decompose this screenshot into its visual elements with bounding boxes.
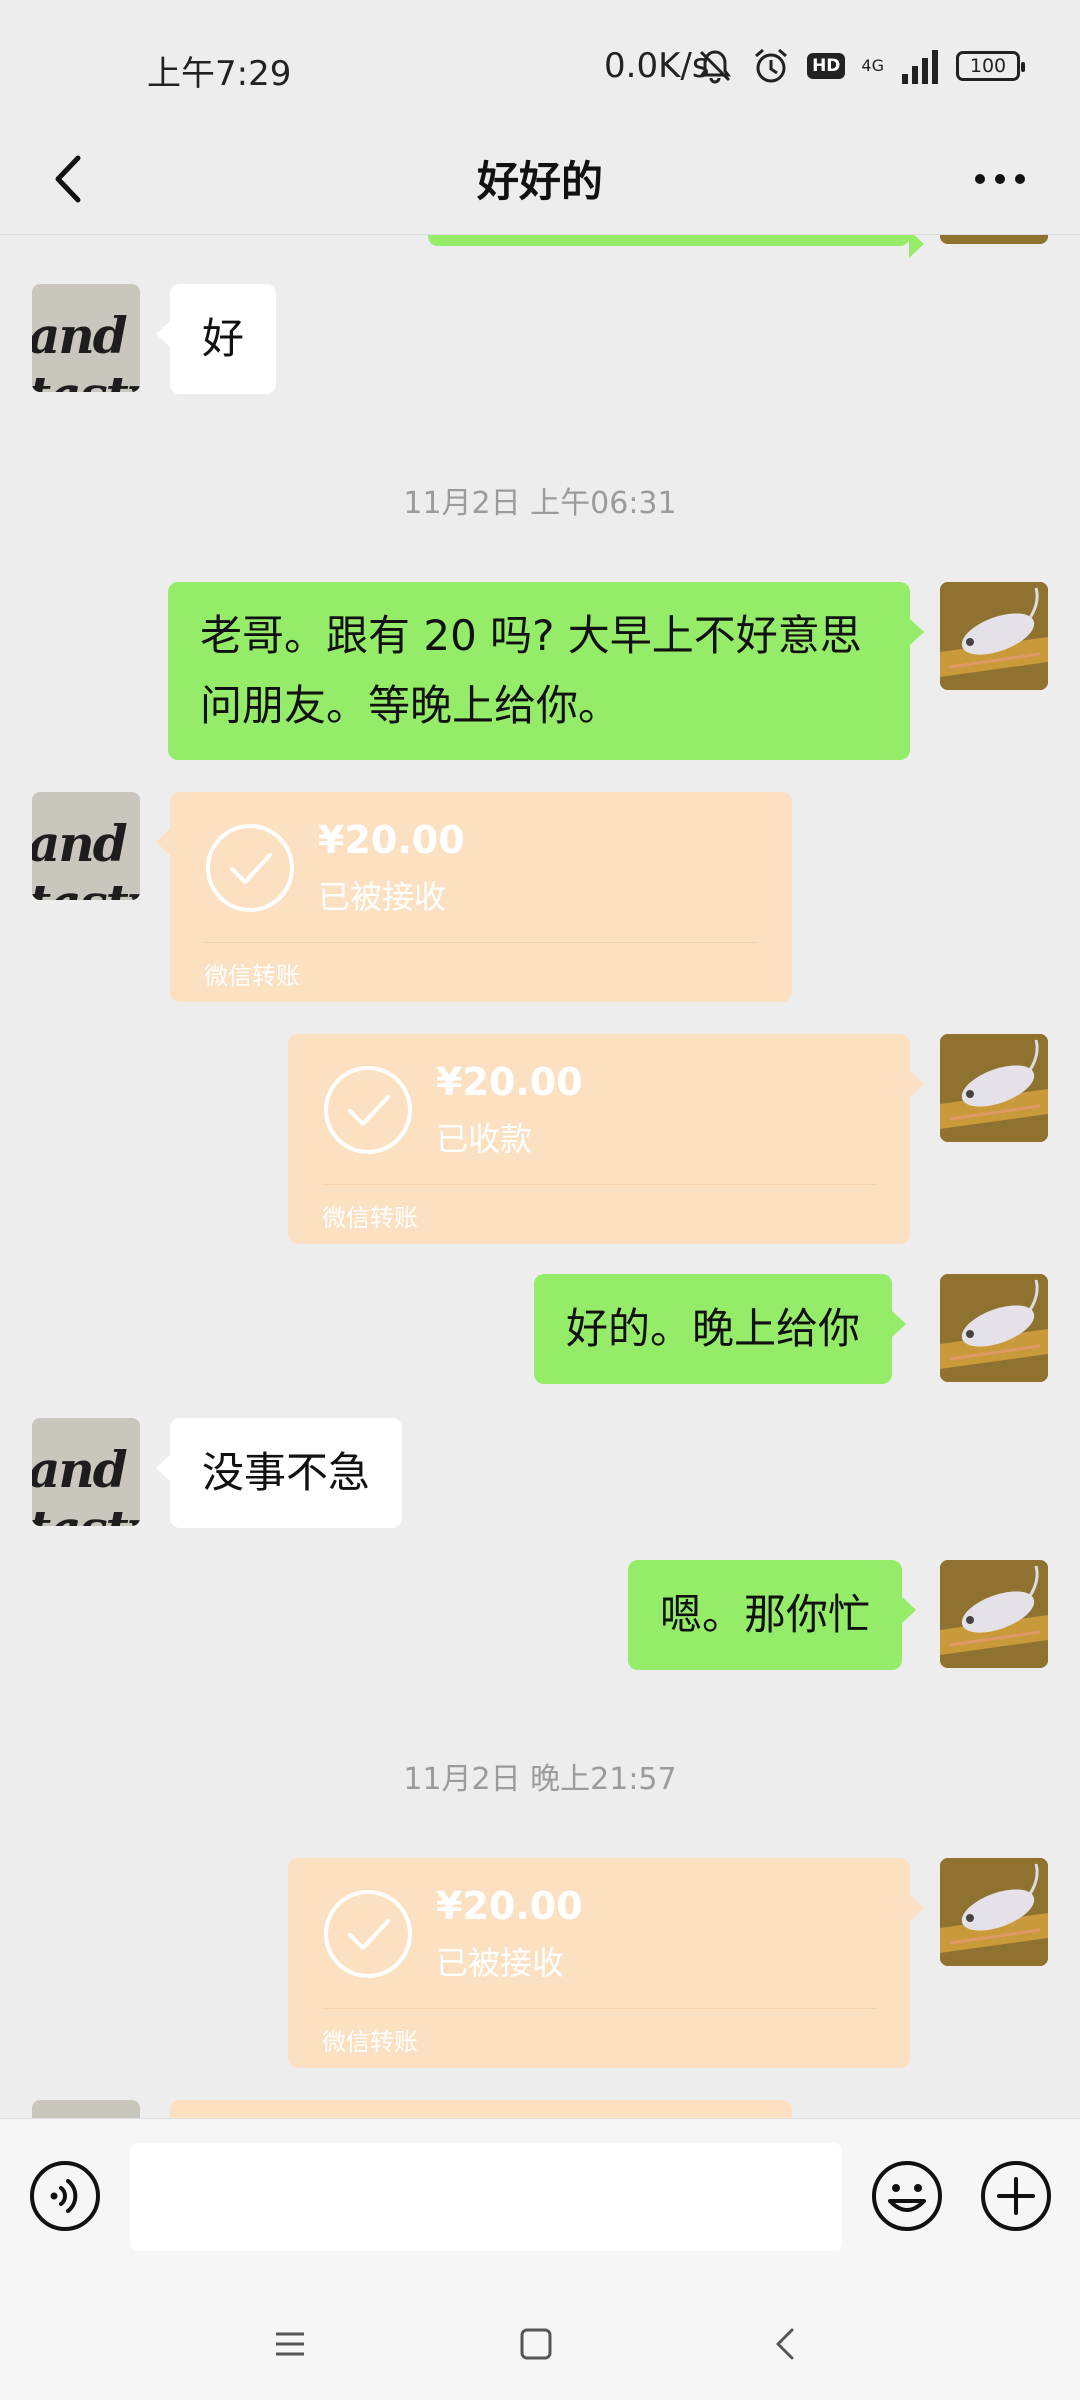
system-nav-bar bbox=[0, 2288, 1080, 2400]
message-bubble[interactable]: 好的。晚上给你 bbox=[534, 1274, 907, 1384]
message-input[interactable] bbox=[130, 2143, 842, 2251]
transfer-amount: ¥20.00 bbox=[436, 1884, 583, 1928]
plus-icon[interactable] bbox=[979, 2159, 1053, 2233]
rat-avatar-image bbox=[940, 1858, 1048, 1966]
avatar-lettering: and tasty bbox=[32, 1440, 140, 1526]
partial-transfer-card[interactable] bbox=[170, 2100, 792, 2118]
partial-message-bubble[interactable] bbox=[428, 234, 924, 258]
transfer-status: 已被接收 bbox=[318, 878, 447, 916]
transfer-card[interactable]: ¥20.00 已被接收 微信转账 bbox=[156, 792, 792, 1002]
transfer-label: 微信转账 bbox=[322, 2028, 418, 2056]
divider bbox=[322, 1184, 876, 1185]
message-text-line: 问朋友。等晚上给你。 bbox=[200, 681, 621, 730]
message-bubble[interactable]: 好 bbox=[155, 284, 277, 394]
message-bubble[interactable]: 老哥。跟有 20 吗? 大早上不好意思 问朋友。等晚上给你。 bbox=[168, 582, 924, 760]
my-avatar[interactable] bbox=[940, 1858, 1048, 1966]
hd-badge: HD bbox=[807, 53, 846, 79]
back-icon[interactable] bbox=[756, 2314, 816, 2374]
status-bar: 上午7:29 0.0K/s HD 4G 100 bbox=[0, 0, 1080, 126]
contact-avatar[interactable]: and tasty bbox=[32, 792, 140, 900]
status-time: 上午7:29 bbox=[147, 54, 292, 94]
my-avatar[interactable] bbox=[940, 234, 1048, 244]
check-circle-icon bbox=[324, 1890, 412, 1978]
home-icon[interactable] bbox=[506, 2314, 566, 2374]
check-circle-icon bbox=[324, 1066, 412, 1154]
contact-avatar[interactable] bbox=[32, 2100, 140, 2118]
network-type: 4G bbox=[861, 56, 884, 75]
my-avatar[interactable] bbox=[940, 1560, 1048, 1668]
rat-avatar-image bbox=[940, 1274, 1048, 1382]
battery-level: 100 bbox=[969, 55, 1007, 77]
avatar-lettering: and tasty bbox=[32, 814, 140, 900]
divider bbox=[322, 2008, 876, 2009]
signal-icon bbox=[902, 50, 938, 84]
transfer-status: 已收款 bbox=[436, 1120, 533, 1158]
status-icons: HD 4G 100 bbox=[695, 44, 1025, 88]
check-circle-icon bbox=[206, 824, 294, 912]
status-net-speed: 0.0K/s bbox=[604, 46, 710, 86]
transfer-card[interactable]: ¥20.00 已收款 微信转账 bbox=[288, 1034, 924, 1244]
transfer-label: 微信转账 bbox=[322, 1204, 418, 1232]
alarm-icon bbox=[755, 48, 788, 83]
timestamp: 11月2日 上午06:31 bbox=[403, 486, 677, 521]
timestamp: 11月2日 晚上21:57 bbox=[403, 1762, 677, 1797]
divider bbox=[204, 942, 758, 943]
avatar-lettering: and tasty bbox=[32, 306, 140, 392]
message-text: 没事不急 bbox=[202, 1448, 371, 1497]
my-avatar[interactable] bbox=[940, 582, 1048, 690]
message-text-line: 老哥。跟有 20 吗? 大早上不好意思 bbox=[200, 611, 862, 660]
message-text: 好的。晚上给你 bbox=[566, 1304, 861, 1353]
message-bubble[interactable]: 嗯。那你忙 bbox=[628, 1560, 917, 1670]
input-bar bbox=[0, 2118, 1080, 2289]
mute-bell-icon bbox=[699, 50, 732, 84]
rat-avatar-image bbox=[940, 1560, 1048, 1668]
transfer-label: 微信转账 bbox=[204, 962, 300, 990]
my-avatar[interactable] bbox=[940, 1274, 1048, 1382]
contact-avatar[interactable]: and tasty bbox=[32, 1418, 140, 1526]
battery-icon: 100 bbox=[956, 51, 1025, 81]
message-text: 好 bbox=[202, 314, 245, 363]
transfer-amount: ¥20.00 bbox=[318, 818, 465, 862]
rat-avatar-image bbox=[940, 1034, 1048, 1142]
transfer-status: 已被接收 bbox=[436, 1944, 565, 1982]
contact-avatar[interactable]: and tasty bbox=[32, 284, 140, 392]
chat-header: 好好的 bbox=[0, 126, 1080, 235]
rat-avatar-image bbox=[940, 582, 1048, 690]
more-dots-icon[interactable] bbox=[960, 144, 1040, 214]
chat-title: 好好的 bbox=[476, 157, 603, 206]
message-bubble[interactable]: 没事不急 bbox=[155, 1418, 403, 1528]
message-list[interactable]: and tasty 好 11月2日 上午06:31 老哥。跟有 20 吗? 大早… bbox=[0, 234, 1080, 2118]
emoji-icon[interactable] bbox=[870, 2159, 944, 2233]
transfer-card[interactable]: ¥20.00 已被接收 微信转账 bbox=[288, 1858, 924, 2068]
voice-icon[interactable] bbox=[28, 2159, 102, 2233]
message-text: 嗯。那你忙 bbox=[660, 1590, 871, 1639]
transfer-amount: ¥20.00 bbox=[436, 1060, 583, 1104]
menu-icon[interactable] bbox=[260, 2314, 320, 2374]
my-avatar[interactable] bbox=[940, 1034, 1048, 1142]
